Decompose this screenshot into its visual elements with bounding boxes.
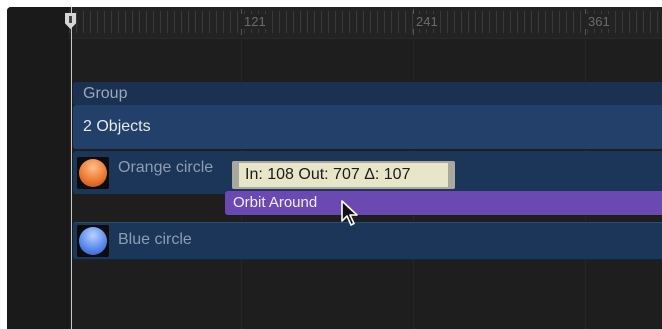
- screenshot-frame: 121 241 361 Group 2 Objects Orange circl…: [0, 0, 662, 329]
- blue-circle-icon: [79, 227, 107, 255]
- playhead-line[interactable]: [71, 7, 72, 329]
- timeline-ruler[interactable]: 121 241 361: [69, 7, 662, 39]
- ruler-label-121: 121: [241, 14, 268, 29]
- blue-circle-label: Blue circle: [118, 231, 192, 248]
- ruler-label-361: 361: [585, 14, 612, 29]
- group-track[interactable]: Group: [73, 82, 662, 105]
- ruler-ticks: [69, 11, 662, 33]
- pointer-cursor-icon: [341, 200, 358, 226]
- objects-track-label: 2 Objects: [83, 118, 151, 135]
- objects-track[interactable]: 2 Objects: [73, 105, 662, 149]
- orbit-around-behavior-bar[interactable]: Orbit Around: [225, 191, 662, 215]
- orange-circle-label: Orange circle: [118, 159, 214, 176]
- group-track-label: Group: [83, 85, 128, 102]
- tooltip-text: In: 108 Out: 707 Δ: 107: [245, 166, 411, 183]
- ruler-label-241: 241: [413, 14, 440, 29]
- tooltip-body: In: 108 Out: 707 Δ: 107: [239, 163, 448, 187]
- blue-circle-layer-bar[interactable]: Blue circle: [73, 222, 662, 260]
- in-out-tooltip: In: 108 Out: 707 Δ: 107: [232, 161, 455, 189]
- blue-circle-thumbnail: [77, 225, 109, 257]
- behavior-label: Orbit Around: [233, 194, 318, 211]
- orange-circle-icon: [79, 159, 107, 187]
- timeline-panel: 121 241 361 Group 2 Objects Orange circl…: [7, 7, 662, 329]
- orange-circle-thumbnail: [77, 157, 109, 189]
- layers-column: [7, 7, 69, 329]
